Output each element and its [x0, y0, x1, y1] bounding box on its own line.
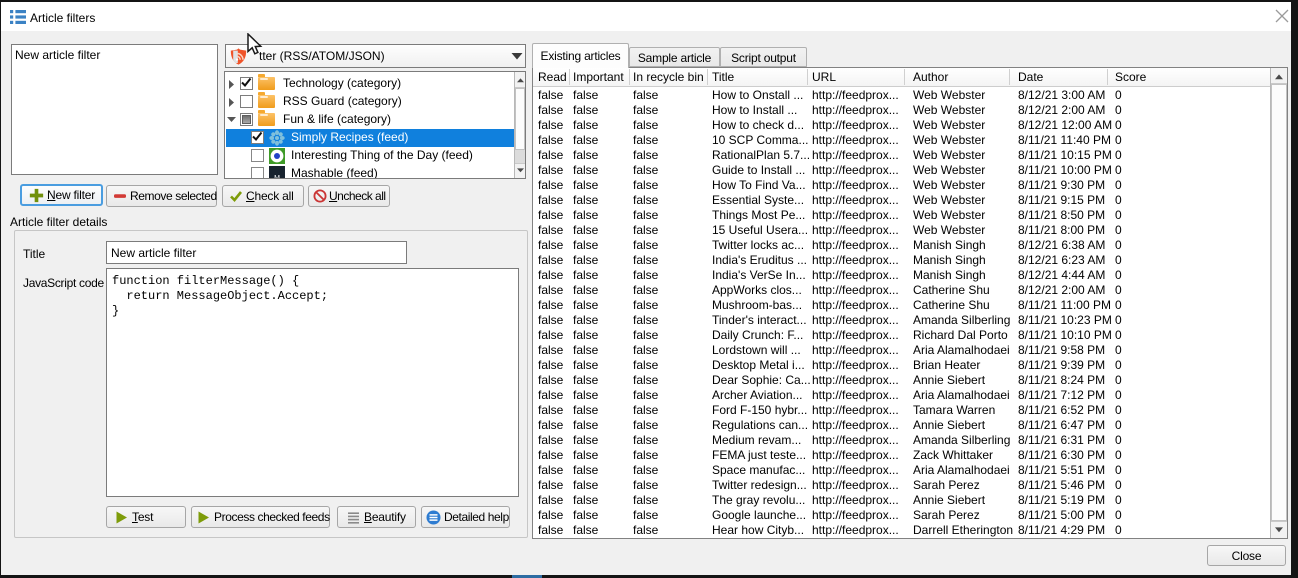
svg-text:M: M	[274, 175, 280, 179]
